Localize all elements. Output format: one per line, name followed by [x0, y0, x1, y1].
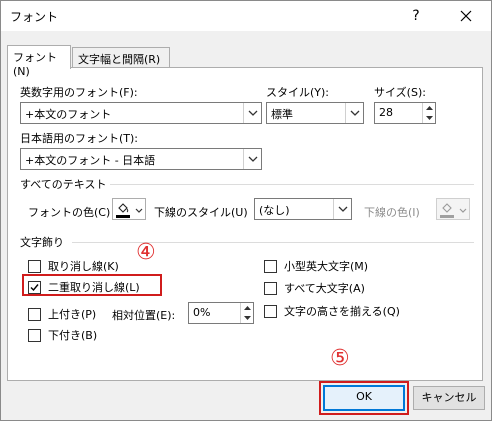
tab-character-spacing[interactable]: 文字幅と間隔(R) [72, 47, 170, 69]
strikethrough-label: 取り消し線(K) [48, 260, 119, 273]
asian-font-dropdown-button[interactable] [243, 149, 261, 169]
underline-style-combo[interactable]: (なし) [254, 198, 352, 220]
all-caps-checkbox[interactable] [264, 282, 277, 295]
triangle-up-icon [244, 306, 251, 310]
close-button[interactable] [453, 5, 479, 27]
offset-spin-buttons [240, 303, 253, 323]
offset-increase-button[interactable] [241, 303, 253, 313]
triangle-down-icon [244, 316, 251, 320]
font-color-label: フォントの色(C) [28, 206, 111, 219]
equalize-height-label: 文字の高さを揃える(Q) [284, 305, 400, 318]
size-spinner[interactable]: 28 [374, 102, 436, 124]
triangle-up-icon [426, 106, 433, 110]
underline-color-label: 下線の色(I) [364, 206, 420, 219]
effects-heading: 文字飾り [20, 236, 64, 249]
strikethrough-checkbox[interactable] [28, 260, 41, 273]
triangle-down-icon [426, 116, 433, 120]
style-value: 標準 [271, 108, 293, 121]
chevron-down-icon [338, 206, 348, 212]
underline-style-dropdown-button[interactable] [333, 199, 351, 219]
asian-font-label: 日本語用のフォント(T): [20, 132, 139, 145]
window-title: フォント [10, 10, 59, 24]
effects-divider [72, 242, 474, 243]
help-button[interactable]: ? [405, 5, 427, 27]
size-decrease-button[interactable] [423, 113, 435, 123]
offset-spinner[interactable]: 0% [188, 302, 254, 324]
subscript-label: 下付き(B) [48, 329, 98, 342]
asian-font-value: +本文のフォント - 日本語 [25, 154, 156, 167]
close-icon [460, 10, 472, 22]
all-text-heading: すべてのテキスト [20, 178, 107, 191]
underline-color-swatch [440, 215, 454, 218]
step-5-marker: ⑤ [330, 346, 350, 371]
asian-font-combo[interactable]: +本文のフォント - 日本語 [20, 148, 262, 170]
font-dialog: フォント ? フォント(N) 文字幅と間隔(R) 英数字用のフォント(F): +… [0, 0, 492, 421]
paint-bucket-icon [118, 203, 129, 213]
offset-decrease-button[interactable] [241, 313, 253, 323]
small-caps-label: 小型英大文字(M) [284, 260, 369, 273]
all-text-divider [110, 184, 474, 185]
title-bar: フォント ? [1, 1, 491, 31]
size-label: サイズ(S): [374, 86, 426, 99]
chevron-down-icon [459, 208, 467, 213]
font-tab-panel: 英数字用のフォント(F): +本文のフォント スタイル(Y): 標準 サイズ(S… [7, 67, 483, 381]
step-4-marker: ④ [136, 240, 156, 265]
underline-style-label: 下線のスタイル(U) [154, 206, 248, 219]
style-label: スタイル(Y): [266, 86, 330, 99]
latin-font-label: 英数字用のフォント(F): [20, 86, 138, 99]
latin-font-combo[interactable]: +本文のフォント [20, 102, 262, 124]
chevron-down-icon [248, 110, 258, 116]
highlight-box-double-strikethrough [22, 274, 162, 296]
font-color-button[interactable] [112, 198, 146, 220]
small-caps-checkbox[interactable] [264, 260, 277, 273]
font-color-swatch [116, 215, 130, 218]
superscript-checkbox[interactable] [28, 308, 41, 321]
underline-style-value: (なし) [259, 204, 290, 217]
offset-value: 0% [193, 306, 211, 319]
chevron-down-icon [248, 156, 258, 162]
all-caps-label: すべて大文字(A) [284, 282, 365, 295]
style-combo[interactable]: 標準 [266, 102, 364, 124]
size-spin-buttons [422, 103, 435, 123]
cancel-button[interactable]: キャンセル [413, 386, 485, 410]
chevron-down-icon [135, 208, 143, 213]
underline-color-button[interactable] [436, 198, 470, 220]
latin-font-dropdown-button[interactable] [243, 103, 261, 123]
superscript-label: 上付き(P) [48, 308, 97, 321]
subscript-checkbox[interactable] [28, 329, 41, 342]
size-increase-button[interactable] [423, 103, 435, 113]
latin-font-value: +本文のフォント [25, 108, 112, 121]
ok-button[interactable]: OK [323, 385, 405, 411]
paint-bucket-icon [442, 203, 452, 213]
offset-label: 相対位置(E): [112, 309, 176, 322]
equalize-height-checkbox[interactable] [264, 305, 277, 318]
style-dropdown-button[interactable] [345, 103, 363, 123]
tab-font[interactable]: フォント(N) [7, 45, 71, 78]
chevron-down-icon [350, 110, 360, 116]
tab-spacing-label: 文字幅と間隔(R) [78, 53, 161, 66]
size-value: 28 [379, 106, 393, 119]
